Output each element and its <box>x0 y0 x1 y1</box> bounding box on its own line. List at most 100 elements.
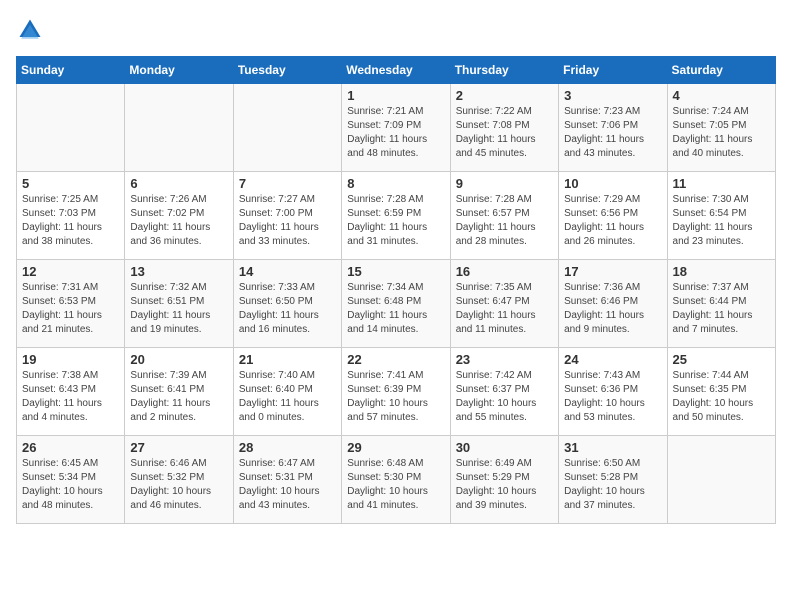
day-info: Sunrise: 6:47 AM Sunset: 5:31 PM Dayligh… <box>239 457 336 513</box>
day-number: 23 <box>456 352 553 367</box>
calendar-cell: 8 Sunrise: 7:28 AM Sunset: 6:59 PM Daylig… <box>342 172 450 260</box>
day-number: 25 <box>673 352 770 367</box>
day-info: Sunrise: 6:50 AM Sunset: 5:28 PM Dayligh… <box>564 457 661 513</box>
day-number: 10 <box>564 176 661 191</box>
day-info: Sunrise: 6:46 AM Sunset: 5:32 PM Dayligh… <box>130 457 227 513</box>
day-number: 3 <box>564 88 661 103</box>
day-number: 26 <box>22 440 119 455</box>
calendar-cell: 16 Sunrise: 7:35 AM Sunset: 6:47 PM Dayli… <box>450 260 558 348</box>
day-number: 30 <box>456 440 553 455</box>
calendar-table: SundayMondayTuesdayWednesdayThursdayFrid… <box>16 56 776 524</box>
calendar-week-2: 5 Sunrise: 7:25 AM Sunset: 7:03 PM Daylig… <box>17 172 776 260</box>
day-info: Sunrise: 7:34 AM Sunset: 6:48 PM Dayligh… <box>347 281 444 337</box>
day-number: 6 <box>130 176 227 191</box>
day-number: 17 <box>564 264 661 279</box>
day-info: Sunrise: 7:30 AM Sunset: 6:54 PM Dayligh… <box>673 193 770 249</box>
day-info: Sunrise: 7:39 AM Sunset: 6:41 PM Dayligh… <box>130 369 227 425</box>
day-info: Sunrise: 7:42 AM Sunset: 6:37 PM Dayligh… <box>456 369 553 425</box>
calendar-week-1: 1 Sunrise: 7:21 AM Sunset: 7:09 PM Daylig… <box>17 84 776 172</box>
day-number: 28 <box>239 440 336 455</box>
logo-icon <box>16 16 44 44</box>
calendar-cell: 2 Sunrise: 7:22 AM Sunset: 7:08 PM Daylig… <box>450 84 558 172</box>
weekday-header-sunday: Sunday <box>17 57 125 84</box>
day-info: Sunrise: 7:38 AM Sunset: 6:43 PM Dayligh… <box>22 369 119 425</box>
weekday-header-tuesday: Tuesday <box>233 57 341 84</box>
calendar-cell: 27 Sunrise: 6:46 AM Sunset: 5:32 PM Dayli… <box>125 436 233 524</box>
day-info: Sunrise: 7:41 AM Sunset: 6:39 PM Dayligh… <box>347 369 444 425</box>
calendar-cell: 24Sunrise: 7:43 AM Sunset: 6:36 PM Dayli… <box>559 348 667 436</box>
calendar-cell: 9Sunrise: 7:28 AM Sunset: 6:57 PM Daylig… <box>450 172 558 260</box>
calendar-cell: 14Sunrise: 7:33 AM Sunset: 6:50 PM Dayli… <box>233 260 341 348</box>
day-number: 21 <box>239 352 336 367</box>
day-info: Sunrise: 6:45 AM Sunset: 5:34 PM Dayligh… <box>22 457 119 513</box>
calendar-week-4: 19 Sunrise: 7:38 AM Sunset: 6:43 PM Dayli… <box>17 348 776 436</box>
calendar-week-3: 12 Sunrise: 7:31 AM Sunset: 6:53 PM Dayli… <box>17 260 776 348</box>
calendar-cell <box>667 436 775 524</box>
calendar-cell: 30 Sunrise: 6:49 AM Sunset: 5:29 PM Dayli… <box>450 436 558 524</box>
calendar-cell: 31 Sunrise: 6:50 AM Sunset: 5:28 PM Dayli… <box>559 436 667 524</box>
logo <box>16 16 46 44</box>
calendar-cell: 6 Sunrise: 7:26 AM Sunset: 7:02 PM Daylig… <box>125 172 233 260</box>
calendar-cell: 7 Sunrise: 7:27 AM Sunset: 7:00 PM Daylig… <box>233 172 341 260</box>
calendar-cell: 25 Sunrise: 7:44 AM Sunset: 6:35 PM Dayli… <box>667 348 775 436</box>
day-number: 15 <box>347 264 444 279</box>
day-number: 12 <box>22 264 119 279</box>
day-number: 2 <box>456 88 553 103</box>
calendar-cell: 20 Sunrise: 7:39 AM Sunset: 6:41 PM Dayli… <box>125 348 233 436</box>
calendar-cell: 18Sunrise: 7:37 AM Sunset: 6:44 PM Dayli… <box>667 260 775 348</box>
day-info: Sunrise: 7:26 AM Sunset: 7:02 PM Dayligh… <box>130 193 227 249</box>
day-info: Sunrise: 6:48 AM Sunset: 5:30 PM Dayligh… <box>347 457 444 513</box>
day-info: Sunrise: 7:21 AM Sunset: 7:09 PM Dayligh… <box>347 105 444 161</box>
day-number: 5 <box>22 176 119 191</box>
day-info: Sunrise: 7:25 AM Sunset: 7:03 PM Dayligh… <box>22 193 119 249</box>
weekday-header-monday: Monday <box>125 57 233 84</box>
day-number: 24 <box>564 352 661 367</box>
weekday-header-row: SundayMondayTuesdayWednesdayThursdayFrid… <box>17 57 776 84</box>
day-number: 20 <box>130 352 227 367</box>
day-info: Sunrise: 7:36 AM Sunset: 6:46 PM Dayligh… <box>564 281 661 337</box>
day-info: Sunrise: 7:27 AM Sunset: 7:00 PM Dayligh… <box>239 193 336 249</box>
day-number: 7 <box>239 176 336 191</box>
weekday-header-friday: Friday <box>559 57 667 84</box>
day-number: 27 <box>130 440 227 455</box>
day-info: Sunrise: 7:28 AM Sunset: 6:59 PM Dayligh… <box>347 193 444 249</box>
day-number: 19 <box>22 352 119 367</box>
calendar-cell: 22 Sunrise: 7:41 AM Sunset: 6:39 PM Dayli… <box>342 348 450 436</box>
day-info: Sunrise: 7:37 AM Sunset: 6:44 PM Dayligh… <box>673 281 770 337</box>
day-number: 14 <box>239 264 336 279</box>
calendar-cell: 4 Sunrise: 7:24 AM Sunset: 7:05 PM Daylig… <box>667 84 775 172</box>
day-info: Sunrise: 7:29 AM Sunset: 6:56 PM Dayligh… <box>564 193 661 249</box>
day-info: Sunrise: 6:49 AM Sunset: 5:29 PM Dayligh… <box>456 457 553 513</box>
day-number: 8 <box>347 176 444 191</box>
day-number: 22 <box>347 352 444 367</box>
calendar-cell: 10 Sunrise: 7:29 AM Sunset: 6:56 PM Dayli… <box>559 172 667 260</box>
day-info: Sunrise: 7:44 AM Sunset: 6:35 PM Dayligh… <box>673 369 770 425</box>
day-info: Sunrise: 7:22 AM Sunset: 7:08 PM Dayligh… <box>456 105 553 161</box>
day-info: Sunrise: 7:40 AM Sunset: 6:40 PM Dayligh… <box>239 369 336 425</box>
calendar-cell: 21 Sunrise: 7:40 AM Sunset: 6:40 PM Dayli… <box>233 348 341 436</box>
calendar-cell: 1 Sunrise: 7:21 AM Sunset: 7:09 PM Daylig… <box>342 84 450 172</box>
calendar-body: 1 Sunrise: 7:21 AM Sunset: 7:09 PM Daylig… <box>17 84 776 524</box>
calendar-cell: 23 Sunrise: 7:42 AM Sunset: 6:37 PM Dayli… <box>450 348 558 436</box>
day-number: 4 <box>673 88 770 103</box>
day-number: 29 <box>347 440 444 455</box>
page-header <box>16 16 776 44</box>
day-info: Sunrise: 7:24 AM Sunset: 7:05 PM Dayligh… <box>673 105 770 161</box>
calendar-cell: 19 Sunrise: 7:38 AM Sunset: 6:43 PM Dayli… <box>17 348 125 436</box>
day-info: Sunrise: 7:23 AM Sunset: 7:06 PM Dayligh… <box>564 105 661 161</box>
day-number: 1 <box>347 88 444 103</box>
weekday-header-saturday: Saturday <box>667 57 775 84</box>
day-number: 31 <box>564 440 661 455</box>
day-number: 16 <box>456 264 553 279</box>
weekday-header-wednesday: Wednesday <box>342 57 450 84</box>
day-info: Sunrise: 7:32 AM Sunset: 6:51 PM Dayligh… <box>130 281 227 337</box>
day-info: Sunrise: 7:28 AM Sunset: 6:57 PM Dayligh… <box>456 193 553 249</box>
day-info: Sunrise: 7:31 AM Sunset: 6:53 PM Dayligh… <box>22 281 119 337</box>
calendar-cell: 28 Sunrise: 6:47 AM Sunset: 5:31 PM Dayli… <box>233 436 341 524</box>
calendar-cell <box>17 84 125 172</box>
calendar-cell: 5 Sunrise: 7:25 AM Sunset: 7:03 PM Daylig… <box>17 172 125 260</box>
calendar-cell: 11 Sunrise: 7:30 AM Sunset: 6:54 PM Dayli… <box>667 172 775 260</box>
day-info: Sunrise: 7:35 AM Sunset: 6:47 PM Dayligh… <box>456 281 553 337</box>
calendar-cell <box>125 84 233 172</box>
day-number: 11 <box>673 176 770 191</box>
